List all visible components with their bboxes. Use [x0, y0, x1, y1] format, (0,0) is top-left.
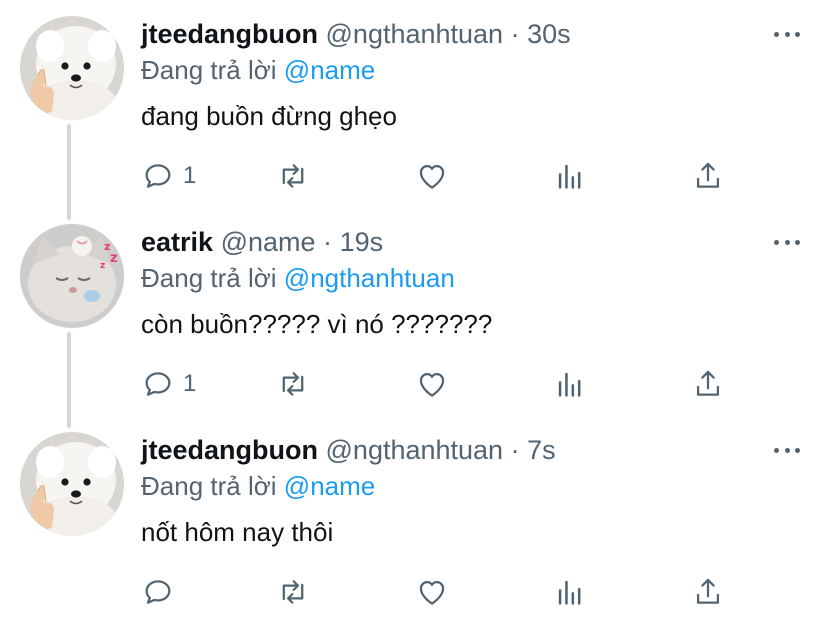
replying-to: Đang trả lời @name: [141, 470, 375, 502]
separator-dot: ·: [510, 435, 520, 465]
mention-link[interactable]: @name: [284, 55, 375, 85]
reply-count: 1: [183, 162, 197, 189]
separator-dot: ·: [323, 227, 333, 257]
reply-icon: [145, 164, 171, 188]
reply-icon: [145, 580, 171, 604]
replying-to-label: Đang trả lời: [141, 263, 277, 293]
white-dog-avatar-icon: [20, 16, 124, 120]
replying-to-label: Đang trả lời: [141, 55, 277, 85]
timestamp[interactable]: 30s: [527, 19, 571, 49]
user-handle[interactable]: @ngthanhtuan: [326, 435, 504, 465]
svg-text:z: z: [110, 251, 118, 266]
views-button[interactable]: [553, 574, 587, 610]
avatar[interactable]: [20, 432, 124, 536]
more-options-button[interactable]: [774, 446, 800, 454]
avatar[interactable]: [20, 16, 124, 120]
tweet-header: jteedangbuon @ngthanhtuan · 7s: [141, 434, 556, 466]
share-button[interactable]: [691, 158, 725, 194]
like-button[interactable]: [415, 574, 449, 610]
timestamp[interactable]: 7s: [527, 435, 556, 465]
analytics-icon: [558, 580, 581, 605]
more-options-button[interactable]: [774, 238, 800, 246]
like-button[interactable]: [415, 366, 449, 402]
tweet[interactable]: z z z eatrik @name · 19s Đang trả lời @n…: [0, 208, 828, 416]
mention-link[interactable]: @name: [284, 471, 375, 501]
tweet-header: jteedangbuon @ngthanhtuan · 30s: [141, 18, 571, 50]
white-dog-avatar-icon: [20, 432, 124, 536]
separator-dot: ·: [510, 19, 520, 49]
heart-icon: [419, 164, 445, 189]
display-name[interactable]: jteedangbuon: [141, 19, 318, 49]
share-icon: [696, 370, 720, 396]
tweet-actions: 1: [141, 366, 741, 402]
svg-text:z: z: [100, 261, 105, 271]
user-handle[interactable]: @ngthanhtuan: [326, 19, 504, 49]
retweet-icon: [282, 164, 304, 188]
share-button[interactable]: [691, 366, 725, 402]
sleeping-cat-avatar-icon: z z z: [20, 224, 124, 328]
reply-button[interactable]: [141, 574, 183, 610]
reply-icon: [145, 372, 171, 396]
analytics-icon: [558, 164, 581, 189]
analytics-icon: [558, 372, 581, 397]
heart-icon: [419, 372, 445, 397]
timestamp[interactable]: 19s: [340, 227, 384, 257]
tweet-text: còn buồn????? vì nó ???????: [141, 309, 493, 339]
replying-to: Đang trả lời @ngthanhtuan: [141, 262, 455, 294]
tweet-text: nốt hôm nay thôi: [141, 517, 334, 547]
mention-link[interactable]: @ngthanhtuan: [284, 263, 455, 293]
share-button[interactable]: [691, 574, 725, 610]
views-button[interactable]: [553, 158, 587, 194]
retweet-icon: [282, 372, 304, 396]
avatar[interactable]: z z z: [20, 224, 124, 328]
replying-to-label: Đang trả lời: [141, 471, 277, 501]
replying-to: Đang trả lời @name: [141, 54, 375, 86]
display-name[interactable]: jteedangbuon: [141, 435, 318, 465]
reply-button[interactable]: 1: [141, 158, 196, 194]
reply-button[interactable]: 1: [141, 366, 196, 402]
like-button[interactable]: [415, 158, 449, 194]
more-icon: [774, 239, 779, 245]
tweet-actions: 1: [141, 158, 741, 194]
retweet-button[interactable]: [275, 574, 311, 610]
heart-icon: [419, 580, 445, 605]
retweet-button[interactable]: [275, 158, 311, 194]
tweet-header: eatrik @name · 19s: [141, 226, 383, 258]
share-icon: [696, 162, 720, 188]
tweet-text: đang buồn đừng ghẹo: [141, 101, 397, 131]
retweet-button[interactable]: [275, 366, 311, 402]
more-options-button[interactable]: [774, 30, 800, 38]
tweet[interactable]: jteedangbuon @ngthanhtuan · 7s Đang trả …: [0, 416, 828, 624]
display-name[interactable]: eatrik: [141, 227, 213, 257]
share-icon: [696, 578, 720, 604]
user-handle[interactable]: @name: [221, 227, 316, 257]
retweet-icon: [282, 580, 304, 604]
more-icon: [774, 31, 779, 37]
reply-count: 1: [183, 370, 197, 397]
tweet-actions: [141, 574, 741, 610]
views-button[interactable]: [553, 366, 587, 402]
tweet[interactable]: jteedangbuon @ngthanhtuan · 30s Đang trả…: [0, 0, 828, 208]
more-icon: [774, 447, 779, 453]
